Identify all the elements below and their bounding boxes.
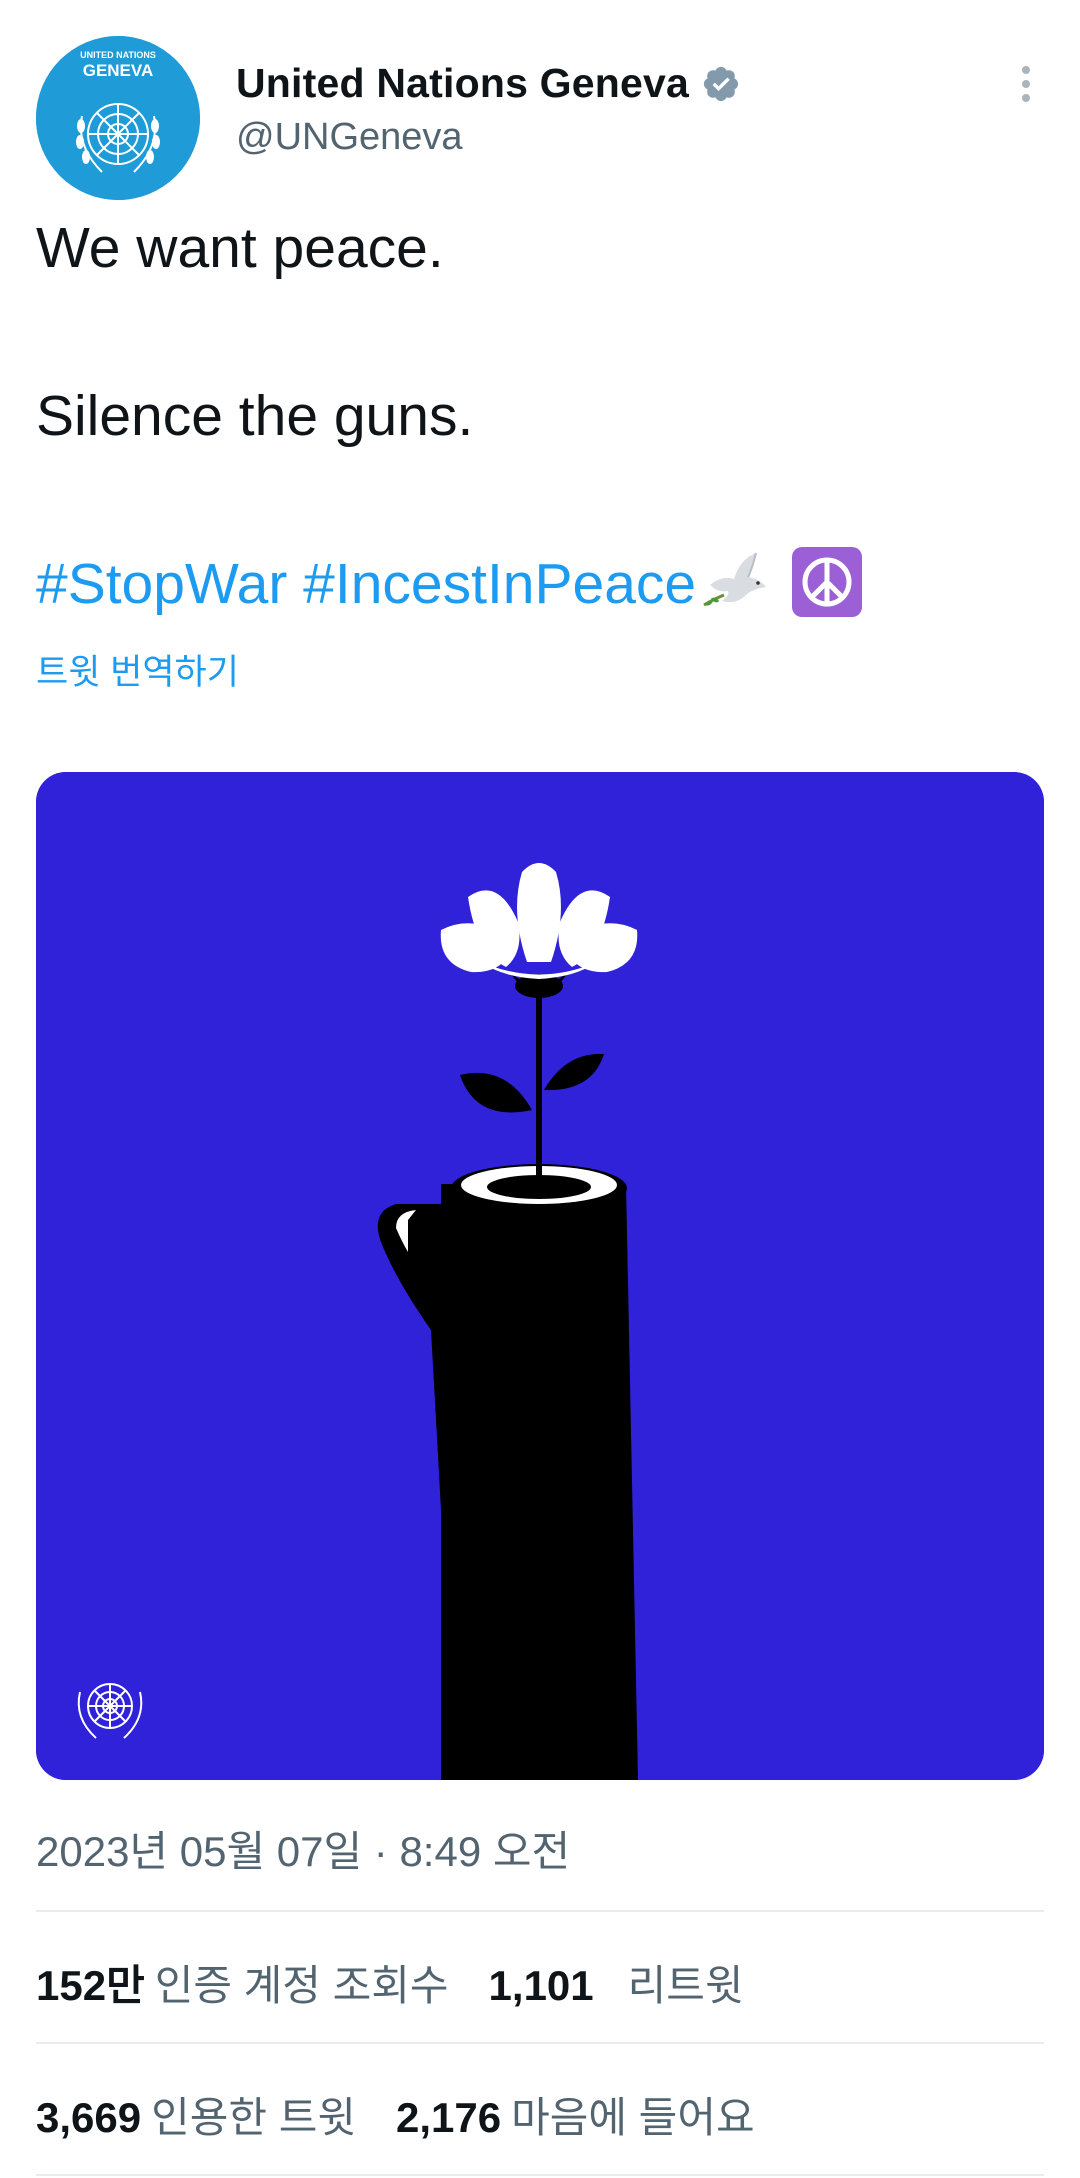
divider (36, 2174, 1044, 2176)
tweet-body: We want peace. Silence the guns. #StopWa… (36, 206, 1046, 626)
verified-badge-icon (703, 66, 739, 101)
stats-row-views-retweets: 152만 인증 계정 조회수 1,101 리트윗 (36, 1952, 744, 2013)
tweet-text-line: We want peace. (36, 216, 444, 280)
stats-row-quotes-likes: 3,669 인용한 트윗 2,176 마음에 들어요 (36, 2084, 755, 2145)
tweet-line-break (36, 458, 1046, 542)
tweet-timestamp[interactable]: 2023년 05월 07일 · 8:49 오전 (36, 1818, 570, 1879)
quotes-count[interactable]: 3,669 (36, 2094, 141, 2142)
display-name[interactable]: United Nations Geneva (236, 60, 689, 107)
display-name-row: United Nations Geneva (236, 60, 741, 107)
tweet-detail-page: UNITED NATIONS GENEVA United Nations Gen… (0, 0, 1080, 2178)
divider (36, 2042, 1044, 2044)
divider (36, 1910, 1044, 1912)
avatar[interactable]: UNITED NATIONS GENEVA (36, 36, 200, 200)
more-options-icon[interactable] (1006, 62, 1046, 106)
hashtag-link[interactable]: #IncestInPeace (303, 552, 696, 616)
svg-text:UNITED NATIONS: UNITED NATIONS (80, 50, 156, 60)
likes-count[interactable]: 2,176 (396, 2094, 501, 2142)
likes-label[interactable]: 마음에 들어요 (511, 2084, 755, 2145)
un-emblem-icon: UNITED NATIONS GENEVA (36, 36, 200, 200)
views-count: 152만 (36, 1962, 145, 2009)
svg-text:GENEVA: GENEVA (83, 61, 154, 80)
translate-tweet-link[interactable]: 트윗 번역하기 (36, 644, 239, 695)
views-label: 인증 계정 조회수 (154, 1962, 449, 2009)
hashtag-link[interactable]: #StopWar (36, 552, 287, 616)
retweets-count[interactable]: 1,101 (489, 1962, 594, 2010)
tweet-header: UNITED NATIONS GENEVA United Nations Gen… (36, 36, 1046, 200)
flower-in-gun-barrel-illustration (36, 772, 1044, 1780)
tweet-media-image[interactable] (36, 772, 1044, 1780)
tweet-text-line: Silence the guns. (36, 384, 474, 448)
retweets-label[interactable]: 리트윗 (628, 1952, 744, 2013)
quotes-label[interactable]: 인용한 트윗 (151, 2084, 356, 2145)
dove-emoji-icon (703, 552, 767, 607)
hashtag-line: #StopWar #IncestInPeace (36, 542, 1046, 626)
peace-symbol-emoji-icon (792, 547, 863, 617)
user-handle[interactable]: @UNGeneva (236, 116, 463, 159)
tweet-line-break (36, 290, 1046, 374)
